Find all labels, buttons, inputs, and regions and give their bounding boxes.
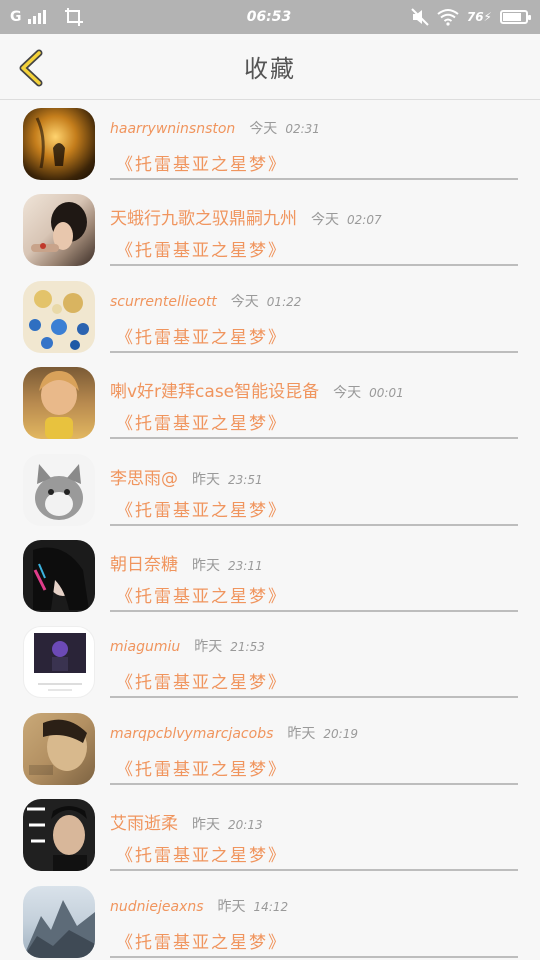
user-name: haarrywninsnston xyxy=(110,121,236,137)
page-title: 收藏 xyxy=(244,55,296,83)
favorites-list: haarrywninsnston 今天 02:31 《托雷基亚之星梦》 天蛾行九… xyxy=(0,100,540,960)
post-time: 01:22 xyxy=(266,294,302,309)
post-date: 今天 xyxy=(311,212,339,229)
status-bar: G 06:53 76⚡ xyxy=(0,0,540,34)
post-time: 00:01 xyxy=(369,386,404,401)
avatar[interactable] xyxy=(23,539,95,612)
wifi-icon xyxy=(437,9,459,26)
post-date: 昨天 xyxy=(217,898,246,915)
avatar[interactable] xyxy=(23,194,95,267)
carrier-label: G xyxy=(10,9,22,25)
item-content: 《托雷基亚之星梦》 xyxy=(116,241,287,262)
post-date: 昨天 xyxy=(194,639,223,656)
divider xyxy=(110,782,518,785)
post-time: 14:12 xyxy=(253,899,289,914)
post-date: 今天 xyxy=(230,293,259,310)
item-content: 《托雷基亚之星梦》 xyxy=(116,414,287,435)
list-item[interactable]: 喇v好r建拜case智能设昆备 今天 00:01 《托雷基亚之星梦》 xyxy=(0,359,540,445)
avatar[interactable] xyxy=(23,108,95,180)
avatar[interactable] xyxy=(23,280,95,353)
mute-icon xyxy=(411,8,429,26)
user-name: scurrentellieott xyxy=(110,293,217,310)
divider xyxy=(110,609,518,612)
list-item[interactable]: 李思雨@ 昨天 23:51 《托雷基亚之星梦》 xyxy=(0,446,540,532)
item-content: 《托雷基亚之星梦》 xyxy=(116,500,287,521)
divider xyxy=(110,869,518,872)
user-name: 李思雨@ xyxy=(110,468,178,489)
divider xyxy=(110,178,518,180)
post-date: 昨天 xyxy=(192,471,220,488)
charging-icon: ⚡ xyxy=(483,10,492,24)
list-item[interactable]: 艾雨逝柔 昨天 20:13 《托雷基亚之星梦》 xyxy=(0,791,540,877)
screenshot-icon xyxy=(64,8,83,26)
divider xyxy=(110,955,518,958)
battery-icon xyxy=(499,10,531,24)
post-date: 昨天 xyxy=(287,725,316,742)
list-item[interactable]: nudniejeaxns 昨天 14:12 《托雷基亚之星梦》 xyxy=(0,878,540,960)
item-content: 《托雷基亚之星梦》 xyxy=(116,155,287,175)
item-content: 《托雷基亚之星梦》 xyxy=(116,327,287,348)
post-time: 20:13 xyxy=(228,818,263,833)
divider xyxy=(110,523,518,526)
item-content: 《托雷基亚之星梦》 xyxy=(116,586,287,607)
post-time: 20:19 xyxy=(323,726,358,741)
item-content: 《托雷基亚之星梦》 xyxy=(116,932,287,953)
post-date: 今天 xyxy=(249,121,278,137)
post-time: 02:31 xyxy=(285,122,320,136)
user-name: 朝日奈糖 xyxy=(110,554,178,575)
post-date: 今天 xyxy=(333,385,362,402)
post-time: 02:07 xyxy=(347,213,382,228)
avatar[interactable] xyxy=(23,453,95,526)
user-name: 艾雨逝柔 xyxy=(110,814,178,835)
post-time: 21:53 xyxy=(230,640,265,655)
avatar[interactable] xyxy=(23,367,95,440)
divider xyxy=(110,696,518,699)
item-content: 《托雷基亚之星梦》 xyxy=(116,673,287,694)
list-item[interactable]: marqpcblvymarcjacobs 昨天 20:19 《托雷基亚之星梦》 xyxy=(0,705,540,791)
item-content: 《托雷基亚之星梦》 xyxy=(116,759,287,780)
back-button[interactable] xyxy=(8,46,52,90)
list-item[interactable]: 朝日奈糖 昨天 23:11 《托雷基亚之星梦》 xyxy=(0,532,540,618)
divider xyxy=(110,350,518,353)
header: 收藏 xyxy=(0,34,540,100)
avatar[interactable] xyxy=(23,799,95,872)
avatar[interactable] xyxy=(23,712,95,785)
battery-percent: 76 xyxy=(466,10,484,24)
post-time: 23:11 xyxy=(228,558,263,573)
user-name: miagumiu xyxy=(110,639,181,656)
divider xyxy=(110,437,518,440)
list-item[interactable]: miagumiu 昨天 21:53 《托雷基亚之星梦》 xyxy=(0,618,540,704)
avatar[interactable] xyxy=(23,626,95,699)
divider xyxy=(110,264,518,267)
post-time: 23:51 xyxy=(228,472,263,487)
avatar[interactable] xyxy=(23,885,95,958)
status-time: 06:53 xyxy=(246,9,292,25)
post-date: 昨天 xyxy=(192,557,220,574)
post-date: 昨天 xyxy=(192,817,220,834)
back-arrow-icon xyxy=(19,49,43,87)
signal-icon xyxy=(27,10,46,24)
list-item[interactable]: 天蛾行九歌之驭鼎嗣九州 今天 02:07 《托雷基亚之星梦》 xyxy=(0,186,540,272)
user-name: nudniejeaxns xyxy=(110,898,204,915)
user-name: 天蛾行九歌之驭鼎嗣九州 xyxy=(110,209,297,230)
user-name: marqpcblvymarcjacobs xyxy=(110,725,274,742)
user-name: 喇v好r建拜case智能设昆备 xyxy=(110,382,320,403)
list-item[interactable]: scurrentellieott 今天 01:22 《托雷基亚之星梦》 xyxy=(0,273,540,359)
list-item[interactable]: haarrywninsnston 今天 02:31 《托雷基亚之星梦》 xyxy=(0,100,540,186)
item-content: 《托雷基亚之星梦》 xyxy=(116,846,287,867)
